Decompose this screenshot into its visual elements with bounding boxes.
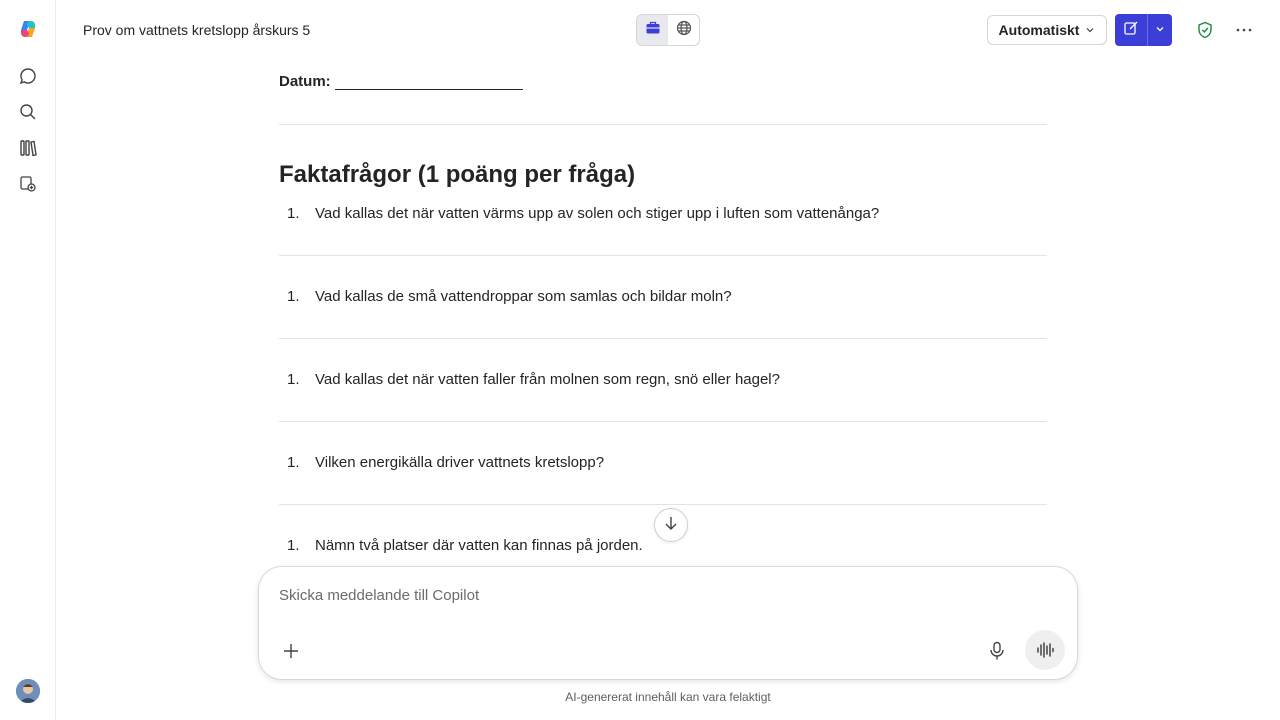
divider bbox=[279, 255, 1047, 256]
shield-check-icon[interactable] bbox=[1194, 19, 1216, 41]
divider bbox=[279, 338, 1047, 339]
microphone-icon[interactable] bbox=[985, 639, 1009, 663]
divider bbox=[279, 504, 1047, 505]
question-text: Nämn två platser där vatten kan finnas p… bbox=[315, 537, 643, 554]
chevron-down-icon bbox=[1085, 22, 1095, 38]
work-mode-button[interactable] bbox=[637, 15, 668, 45]
question-text: Vad kallas det när vatten faller från mo… bbox=[315, 371, 780, 388]
mode-selector-label: Automatiskt bbox=[998, 22, 1080, 38]
voice-waveform-icon[interactable] bbox=[1025, 630, 1065, 670]
divider bbox=[279, 421, 1047, 422]
ai-disclaimer: AI-genererat innehåll kan vara felaktigt bbox=[565, 690, 771, 704]
more-horizontal-icon[interactable] bbox=[1232, 19, 1256, 41]
scroll-to-bottom-button[interactable] bbox=[654, 508, 688, 542]
arrow-down-icon bbox=[663, 515, 679, 536]
question-item: 1. Vad kallas de små vattendroppar som s… bbox=[287, 288, 732, 305]
copilot-logo-icon[interactable] bbox=[16, 17, 40, 41]
new-chat-split-button bbox=[1115, 14, 1172, 46]
new-chat-button[interactable] bbox=[1115, 14, 1147, 46]
chat-icon[interactable] bbox=[16, 64, 40, 88]
question-number: 1. bbox=[287, 537, 300, 554]
chevron-down-icon bbox=[1155, 21, 1165, 39]
document-content: Datum: Faktafrågor (1 poäng per fråga) 1… bbox=[279, 60, 1047, 560]
message-input[interactable] bbox=[279, 587, 1039, 604]
web-mode-button[interactable] bbox=[668, 15, 699, 45]
top-bar: Prov om vattnets kretslopp årskurs 5 Aut… bbox=[56, 0, 1280, 60]
library-icon[interactable] bbox=[16, 136, 40, 160]
search-icon[interactable] bbox=[16, 100, 40, 124]
question-item: 1. Nämn två platser där vatten kan finna… bbox=[287, 537, 643, 554]
question-item: 1. Vad kallas det när vatten värms upp a… bbox=[287, 205, 879, 222]
plus-icon[interactable] bbox=[279, 639, 303, 663]
section-title: Faktafrågor (1 poäng per fråga) bbox=[279, 161, 636, 188]
question-number: 1. bbox=[287, 205, 300, 222]
date-label: Datum: bbox=[279, 73, 331, 90]
question-text: Vad kallas det när vatten värms upp av s… bbox=[315, 205, 880, 222]
divider bbox=[279, 124, 1047, 125]
conversation-title[interactable]: Prov om vattnets kretslopp årskurs 5 bbox=[83, 22, 310, 38]
briefcase-icon bbox=[645, 20, 661, 41]
date-field: Datum: bbox=[279, 73, 523, 90]
message-composer bbox=[258, 566, 1078, 680]
question-text: Vad kallas de små vattendroppar som saml… bbox=[315, 288, 732, 305]
work-web-toggle[interactable] bbox=[636, 14, 700, 46]
question-text: Vilken energikälla driver vattnets krets… bbox=[315, 454, 605, 471]
mode-selector-button[interactable]: Automatiskt bbox=[987, 15, 1107, 45]
globe-icon bbox=[676, 20, 692, 41]
new-chat-options-button[interactable] bbox=[1147, 14, 1172, 46]
question-item: 1. Vad kallas det när vatten faller från… bbox=[287, 371, 780, 388]
compose-icon bbox=[1123, 20, 1139, 41]
date-answer-line bbox=[334, 74, 523, 90]
question-number: 1. bbox=[287, 454, 300, 471]
question-number: 1. bbox=[287, 371, 300, 388]
agents-icon[interactable] bbox=[16, 172, 40, 196]
question-item: 1. Vilken energikälla driver vattnets kr… bbox=[287, 454, 604, 471]
left-rail bbox=[0, 0, 56, 720]
question-number: 1. bbox=[287, 288, 300, 305]
